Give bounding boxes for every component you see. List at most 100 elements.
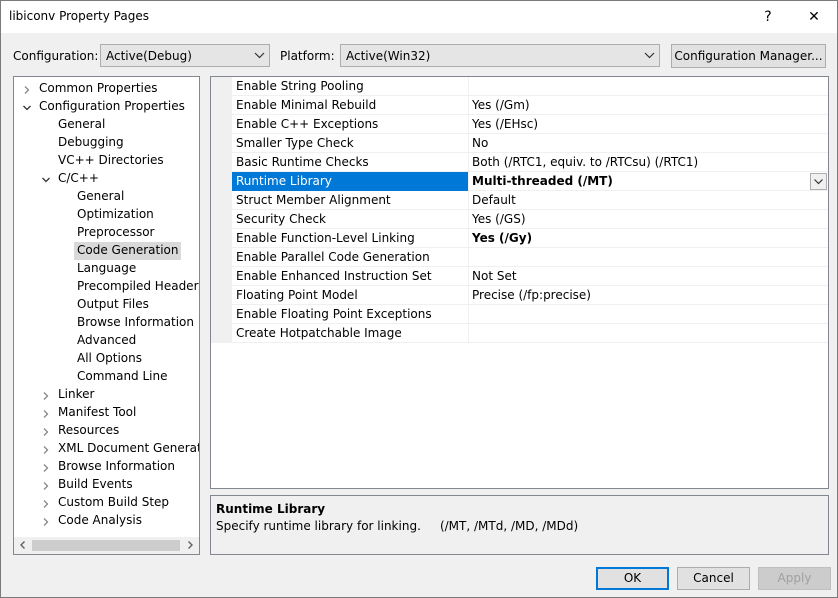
property-value: Yes (/EHsc) — [472, 117, 539, 131]
value-dropdown-button[interactable] — [810, 173, 827, 190]
ok-button[interactable]: OK — [596, 567, 669, 590]
column-separator — [468, 210, 469, 229]
column-separator — [468, 172, 469, 191]
tree-item[interactable]: Output Files — [14, 296, 199, 314]
row-gutter — [211, 324, 232, 343]
tree-item[interactable]: General — [14, 188, 199, 206]
row-gutter — [211, 210, 232, 229]
column-separator — [468, 115, 469, 134]
property-row[interactable]: Struct Member Alignment Default — [211, 191, 828, 210]
tree-item[interactable]: C/C++ — [14, 170, 199, 188]
tree-item-label: Language — [77, 261, 137, 275]
property-row[interactable]: Enable Minimal Rebuild Yes (/Gm) — [211, 96, 828, 115]
property-value: No — [472, 136, 489, 150]
tree-item[interactable]: Custom Build Step — [14, 494, 199, 512]
tree-item[interactable]: Configuration Properties — [14, 98, 199, 116]
expand-right-icon[interactable] — [41, 481, 51, 491]
configuration-dropdown[interactable]: Active(Debug) — [100, 44, 270, 67]
tree-item[interactable]: Browse Information — [14, 314, 199, 332]
tree-item[interactable]: Resources — [14, 422, 199, 440]
tree-item[interactable]: Advanced — [14, 332, 199, 350]
window-title: libiconv Property Pages — [9, 9, 149, 23]
tree-item-label: Linker — [58, 387, 95, 401]
tree-item[interactable]: XML Document Generator — [14, 440, 199, 458]
property-row[interactable]: Floating Point Model Precise (/fp:precise… — [211, 286, 828, 305]
expand-down-icon[interactable] — [41, 175, 51, 185]
tree-item-label: Configuration Properties — [39, 99, 185, 113]
property-name: Smaller Type Check — [236, 136, 354, 150]
configuration-value: Active(Debug) — [106, 49, 192, 63]
property-row[interactable]: Enable Function-Level Linking Yes (/Gy) — [211, 229, 828, 248]
property-row[interactable]: Smaller Type Check No — [211, 134, 828, 153]
platform-dropdown[interactable]: Active(Win32) — [340, 44, 660, 67]
tree-item-label: All Options — [77, 351, 142, 365]
expand-right-icon[interactable] — [41, 427, 51, 437]
expand-right-icon[interactable] — [41, 499, 51, 509]
tree-item[interactable]: General — [14, 116, 199, 134]
property-name: Enable String Pooling — [236, 79, 364, 93]
tree-horizontal-scrollbar[interactable] — [14, 537, 199, 554]
tree-item-label: Precompiled Headers — [77, 279, 200, 293]
platform-label: Platform: — [280, 49, 335, 63]
property-value[interactable]: Multi-threaded (/MT) — [472, 174, 613, 188]
expand-right-icon[interactable] — [22, 85, 32, 95]
tree-item[interactable]: VC++ Directories — [14, 152, 199, 170]
tree-item-label: Common Properties — [39, 81, 158, 95]
tree-item[interactable]: Code Analysis — [14, 512, 199, 530]
expand-right-icon[interactable] — [41, 463, 51, 473]
scroll-left-icon[interactable] — [18, 540, 28, 550]
row-gutter — [211, 115, 232, 134]
expand-right-icon[interactable] — [41, 517, 51, 527]
property-value: Default — [472, 193, 516, 207]
property-row[interactable]: Basic Runtime Checks Both (/RTC1, equiv. … — [211, 153, 828, 172]
tree-item[interactable]: Build Events — [14, 476, 199, 494]
expand-down-icon[interactable] — [22, 103, 32, 113]
row-gutter — [211, 191, 232, 210]
tree-item[interactable]: Common Properties — [14, 80, 199, 98]
tree-item[interactable]: Command Line — [14, 368, 199, 386]
scrollbar-thumb[interactable] — [32, 540, 180, 551]
property-grid[interactable]: Enable String Pooling Enable Minimal Rebu… — [210, 76, 829, 489]
column-separator — [468, 324, 469, 343]
tree-item-label: Code Analysis — [58, 513, 142, 527]
tree-item-label: Advanced — [77, 333, 137, 347]
tree-item[interactable]: Preprocessor — [14, 224, 199, 242]
tree-item[interactable]: Code Generation — [14, 242, 199, 260]
property-row[interactable]: Enable Parallel Code Generation — [211, 248, 828, 267]
tree-item[interactable]: Manifest Tool — [14, 404, 199, 422]
tree-item[interactable]: Optimization — [14, 206, 199, 224]
property-row[interactable]: Enable C++ Exceptions Yes (/EHsc) — [211, 115, 828, 134]
cancel-button[interactable]: Cancel — [677, 567, 750, 590]
tree-item[interactable]: Linker — [14, 386, 199, 404]
configuration-label: Configuration: — [13, 49, 99, 63]
close-button[interactable]: ✕ — [791, 1, 837, 33]
expand-right-icon[interactable] — [41, 391, 51, 401]
expand-right-icon[interactable] — [41, 445, 51, 455]
expand-right-icon[interactable] — [41, 409, 51, 419]
property-name: Enable Floating Point Exceptions — [236, 307, 432, 321]
help-icon: ? — [764, 9, 772, 25]
tree-item[interactable]: Browse Information — [14, 458, 199, 476]
help-button[interactable]: ? — [745, 1, 791, 33]
tree-item-label: Build Events — [58, 477, 133, 491]
property-row[interactable]: Enable String Pooling — [211, 77, 828, 96]
property-row[interactable]: Enable Enhanced Instruction Set Not Set — [211, 267, 828, 286]
tree-item-label: C/C++ — [58, 171, 99, 185]
property-row[interactable]: Runtime Library Multi-threaded (/MT) — [211, 172, 828, 191]
tree-item[interactable]: Precompiled Headers — [14, 278, 199, 296]
tree-item[interactable]: Debugging — [14, 134, 199, 152]
property-row[interactable]: Enable Floating Point Exceptions — [211, 305, 828, 324]
scroll-right-icon[interactable] — [185, 540, 195, 550]
row-gutter — [211, 248, 232, 267]
property-tree[interactable]: Code Analysis Custom Build Step Build Even… — [13, 76, 200, 555]
tree-item[interactable]: All Options — [14, 350, 199, 368]
property-row[interactable]: Security Check Yes (/GS) — [211, 210, 828, 229]
configuration-manager-button[interactable]: Configuration Manager... — [671, 44, 826, 68]
column-separator — [468, 248, 469, 267]
property-row[interactable]: Create Hotpatchable Image — [211, 324, 828, 343]
tree-item-label: Browse Information — [58, 459, 175, 473]
tree-item[interactable]: Language — [14, 260, 199, 278]
description-title: Runtime Library — [216, 502, 326, 516]
apply-button[interactable]: Apply — [758, 567, 831, 590]
tree-item-label: Custom Build Step — [58, 495, 170, 509]
